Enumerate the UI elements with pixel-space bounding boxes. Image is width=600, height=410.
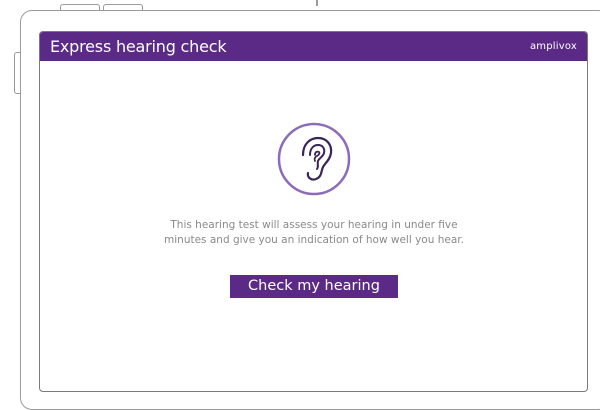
intro-line-1: This hearing test will assess your heari… (170, 219, 458, 231)
intro-description: This hearing test will assess your heari… (114, 218, 514, 248)
app-header: Express hearing check amplivox (40, 32, 587, 61)
intro-line-2: minutes and give you an indication of ho… (164, 234, 464, 246)
check-my-hearing-button[interactable]: Check my hearing (230, 275, 398, 298)
page-title: Express hearing check (50, 37, 227, 56)
brand-logo: amplivox (529, 41, 577, 52)
ear-icon (277, 122, 351, 196)
app-screen: Express hearing check amplivox This hear… (39, 31, 588, 392)
device-top-sensor (316, 0, 318, 6)
